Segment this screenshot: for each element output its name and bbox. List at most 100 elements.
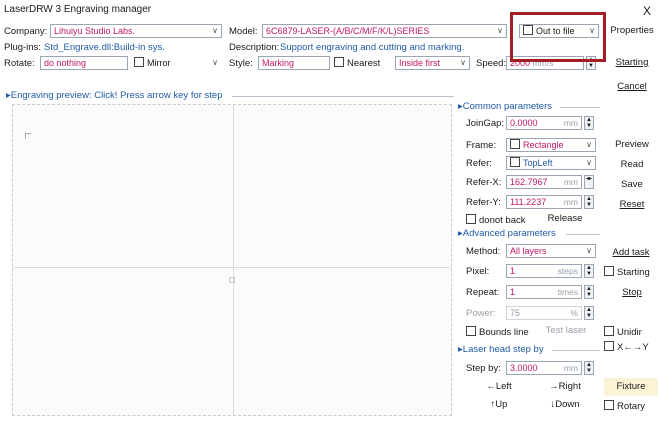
- cancel-label: Cancel: [617, 81, 647, 92]
- reset-label: Reset: [619, 199, 645, 210]
- stop-label: Stop: [622, 287, 642, 298]
- fixture-button[interactable]: Fixture: [604, 378, 658, 396]
- save-button[interactable]: Save: [608, 176, 656, 194]
- model-select[interactable]: 6C6879-LASER-(A/B/C/M/F/K/L)SERIES: [262, 24, 507, 38]
- reset-button[interactable]: Reset: [608, 196, 656, 214]
- starting-checkbox[interactable]: [604, 266, 614, 276]
- style-value: Marking: [262, 58, 295, 68]
- pixel-input[interactable]: 1 steps: [506, 264, 582, 278]
- nearest-option[interactable]: Nearest: [334, 57, 380, 69]
- method-value: All layers: [510, 246, 547, 256]
- mirror-label: Mirror: [147, 58, 171, 68]
- mirror-checkbox[interactable]: [134, 57, 144, 67]
- xy-swap-option[interactable]: X←→Y: [604, 341, 649, 353]
- preview-header-line: [232, 96, 454, 97]
- read-button[interactable]: Read: [608, 156, 656, 174]
- stepby-spinner[interactable]: ▲ ▼: [584, 361, 594, 375]
- mirror-select[interactable]: Mirror: [130, 56, 222, 70]
- unidir-checkbox[interactable]: [604, 326, 614, 336]
- stepby-value: 3.0000: [510, 363, 538, 373]
- refer-value: TopLeft: [523, 158, 553, 168]
- starting-option-label: Starting: [617, 267, 650, 278]
- repeat-label: Repeat:: [466, 287, 500, 298]
- preview-header: ▸Engraving preview: Click! Press arrow k…: [6, 90, 223, 101]
- power-unit: %: [570, 308, 578, 318]
- rotate-label: Rotate:: [4, 58, 35, 69]
- xy-swap-checkbox[interactable]: [604, 341, 614, 351]
- joingap-spinner[interactable]: ▲ ▼: [584, 116, 594, 130]
- rotate-select[interactable]: do nothing: [40, 56, 128, 70]
- description-label: Description:: [229, 42, 280, 53]
- step-left-label: ←Left: [486, 381, 512, 392]
- step-down-label: ↓Down: [550, 399, 580, 410]
- save-label: Save: [621, 179, 643, 190]
- power-input: 75 %: [506, 306, 582, 320]
- step-down-button[interactable]: ↓Down: [534, 396, 596, 414]
- engraving-preview-canvas[interactable]: [12, 104, 452, 416]
- frame-checkbox[interactable]: [510, 139, 520, 149]
- center-marker-icon: [229, 277, 235, 283]
- plugins-label: Plug-ins:: [4, 42, 41, 53]
- donot-back-option[interactable]: donot back: [466, 214, 525, 226]
- step-header-text: Laser head step by: [462, 344, 544, 355]
- joingap-value: 0.0000: [510, 118, 538, 128]
- preview-button[interactable]: Preview: [608, 136, 656, 154]
- donot-back-checkbox[interactable]: [466, 214, 476, 224]
- inside-first-select[interactable]: Inside first: [395, 56, 470, 70]
- cancel-button[interactable]: Cancel: [608, 78, 656, 96]
- pixel-spinner[interactable]: ▲ ▼: [584, 264, 594, 278]
- rotary-checkbox[interactable]: [604, 400, 614, 410]
- power-spinner: ▲ ▼: [584, 306, 594, 320]
- starting-label: Starting: [615, 57, 649, 68]
- refery-spinner[interactable]: ▲ ▼: [584, 195, 594, 209]
- stop-button[interactable]: Stop: [608, 284, 656, 302]
- method-label: Method:: [466, 246, 501, 257]
- release-button[interactable]: Release: [540, 210, 590, 228]
- test-laser-button: Test laser: [540, 322, 592, 340]
- repeat-unit: times: [557, 287, 578, 297]
- close-icon[interactable]: X: [643, 4, 651, 18]
- refer-select[interactable]: TopLeft: [506, 156, 596, 170]
- common-header: ▸Common parameters: [458, 101, 553, 112]
- refer-checkbox[interactable]: [510, 157, 520, 167]
- step-right-button[interactable]: →Right: [534, 378, 596, 396]
- model-label: Model:: [229, 26, 258, 37]
- step-up-button[interactable]: ↑Up: [468, 396, 530, 414]
- add-task-button[interactable]: Add task: [604, 244, 658, 262]
- bounds-line-checkbox[interactable]: [466, 326, 476, 336]
- stepby-input[interactable]: 3.0000 mm: [506, 361, 582, 375]
- repeat-input[interactable]: 1 times: [506, 285, 582, 299]
- joingap-input[interactable]: 0.0000 mm: [506, 116, 582, 130]
- rotary-option[interactable]: Rotary: [604, 400, 645, 412]
- repeat-spinner[interactable]: ▲ ▼: [584, 285, 594, 299]
- donot-back-label: donot back: [479, 215, 526, 226]
- plugins-value: Std_Engrave.dll:Build-in sys.: [44, 42, 165, 53]
- power-value: 75: [510, 308, 521, 318]
- starting-button[interactable]: Starting: [608, 54, 656, 72]
- bounds-line-option[interactable]: Bounds line: [466, 326, 529, 338]
- frame-select[interactable]: Rectangle: [506, 138, 596, 152]
- description-value: Support engraving and cutting and markin…: [280, 42, 465, 53]
- company-select[interactable]: Lihuiyu Studio Labs.: [50, 24, 222, 38]
- referx-spinner[interactable]: ◂▸: [584, 175, 594, 189]
- referx-label: Refer-X:: [466, 177, 502, 188]
- refery-label: Refer-Y:: [466, 197, 501, 208]
- pixel-value: 1: [510, 266, 516, 276]
- step-up-label: ↑Up: [490, 399, 508, 410]
- style-select[interactable]: Marking: [258, 56, 330, 70]
- referx-value: 162.7967: [510, 177, 548, 187]
- referx-input[interactable]: 162.7967 mm: [506, 175, 582, 189]
- advanced-header-text: Advanced parameters: [462, 228, 556, 239]
- release-label: Release: [547, 213, 583, 224]
- nearest-checkbox[interactable]: [334, 57, 344, 67]
- window-title: LaserDRW 3 Engraving manager: [4, 4, 152, 15]
- starting-option[interactable]: Starting: [604, 266, 650, 278]
- properties-button[interactable]: Properties: [608, 22, 656, 40]
- rotate-value: do nothing: [44, 58, 87, 68]
- refery-input[interactable]: 111.2237 mm: [506, 195, 582, 209]
- method-select[interactable]: All layers: [506, 244, 596, 258]
- add-task-label: Add task: [612, 247, 650, 258]
- step-left-button[interactable]: ←Left: [468, 378, 530, 396]
- unidir-option[interactable]: Unidir: [604, 326, 642, 338]
- advanced-header: ▸Advanced parameters: [458, 228, 556, 239]
